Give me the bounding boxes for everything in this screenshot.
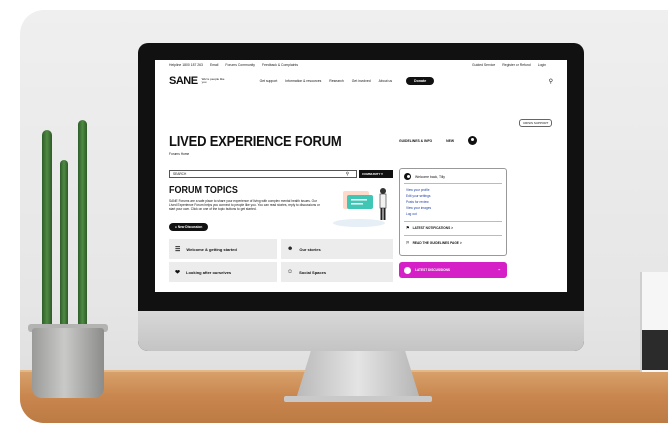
topic-welcome[interactable]: ☰ Welcome & getting started bbox=[169, 239, 277, 259]
nav-item[interactable]: Get involved bbox=[352, 79, 371, 83]
main-nav: SANE We're people like you Get support I… bbox=[155, 70, 567, 92]
new-link[interactable]: NEW bbox=[446, 139, 454, 143]
nav-item[interactable]: Research bbox=[329, 79, 344, 83]
cactus-stem bbox=[42, 130, 52, 330]
guidelines-page-link[interactable]: ⚐ READ THE GUIDELINES PAGE > bbox=[406, 240, 462, 245]
guidelines-label: READ THE GUIDELINES PAGE > bbox=[412, 240, 462, 245]
logo-tagline: We're people like you bbox=[201, 76, 225, 84]
search-icon[interactable]: ⚲ bbox=[346, 171, 349, 177]
website-screen: Helpline 1800 187 263 Email Forums Commu… bbox=[155, 60, 567, 292]
divider bbox=[404, 183, 502, 184]
monitor-chin bbox=[138, 311, 584, 351]
header-links: GUIDELINES & INFO NEW bbox=[399, 136, 478, 145]
avatar[interactable] bbox=[404, 173, 411, 180]
books-dark bbox=[642, 330, 668, 370]
new-discussion-label: New Discussion bbox=[177, 225, 203, 229]
user-panel: Welcome back, Tilly View your profile Ed… bbox=[399, 168, 507, 256]
register-link[interactable]: Register or Refund bbox=[502, 63, 530, 67]
community-dropdown[interactable]: COMMUNITY ▾ bbox=[359, 170, 393, 178]
people-icon: ☺ bbox=[287, 269, 294, 275]
guided-service-link[interactable]: Guided Service bbox=[472, 63, 495, 67]
flag-icon: ⚐ bbox=[406, 240, 410, 245]
chat-icon bbox=[404, 266, 411, 274]
email-link[interactable]: Email bbox=[210, 63, 218, 67]
sane-logo[interactable]: SANE bbox=[169, 75, 198, 87]
notifications-link[interactable]: ⚑ LATEST NOTIFICATIONS > bbox=[406, 225, 453, 230]
utility-bar: Helpline 1800 187 263 Email Forums Commu… bbox=[155, 60, 567, 70]
topic-label: Looking after ourselves bbox=[186, 269, 232, 275]
new-discussion-button[interactable]: ● New Discussion bbox=[169, 223, 209, 231]
topic-social-spaces[interactable]: ☺ Social Spaces bbox=[281, 262, 393, 282]
avatar[interactable] bbox=[468, 136, 478, 145]
topics-title: FORUM TOPICS bbox=[169, 184, 238, 195]
logout-link[interactable]: Log out bbox=[406, 211, 431, 217]
feedback-link[interactable]: Feedback & Complaints bbox=[262, 63, 298, 67]
nav-item[interactable]: About us bbox=[379, 79, 392, 83]
welcome-row: Welcome back, Tilly bbox=[404, 173, 445, 180]
illustration bbox=[333, 188, 387, 227]
plant-pot bbox=[32, 328, 104, 398]
chevron-up-icon: ⌃ bbox=[497, 267, 501, 273]
topic-label: Our stories bbox=[299, 246, 321, 252]
cactus-stem bbox=[60, 160, 68, 330]
topic-looking-after[interactable]: ❤ Looking after ourselves bbox=[169, 262, 277, 282]
latest-label: LATEST DISCUSSIONS bbox=[415, 268, 451, 272]
page-title: LIVED EXPERIENCE FORUM bbox=[169, 132, 342, 150]
crisis-support-button[interactable]: CRISIS SUPPORT bbox=[519, 119, 553, 127]
community-label: COMMUNITY bbox=[362, 172, 381, 176]
notifications-label: LATEST NOTIFICATIONS > bbox=[412, 225, 453, 230]
nav-item[interactable]: Get support bbox=[260, 79, 278, 83]
topics-intro: SANE Forums are a safe place to share yo… bbox=[169, 199, 320, 212]
forums-link[interactable]: Forums Community bbox=[225, 63, 255, 67]
donate-button[interactable]: Donate bbox=[406, 77, 435, 85]
topic-our-stories[interactable]: ☻ Our stories bbox=[281, 239, 393, 259]
bell-icon: ⚑ bbox=[406, 225, 410, 230]
welcome-text: Welcome back, Tilly bbox=[415, 174, 445, 179]
breadcrumb[interactable]: Forums Home bbox=[169, 152, 189, 156]
nav-links: Get support Information & resources Rese… bbox=[260, 79, 400, 83]
divider bbox=[404, 235, 502, 236]
nav-item[interactable]: Information & resources bbox=[285, 79, 321, 83]
person-icon: ☻ bbox=[287, 246, 294, 252]
monitor-stand bbox=[296, 351, 420, 399]
heart-hand-icon: ❤ bbox=[175, 269, 181, 276]
search-input[interactable]: SEARCH ⚲ bbox=[169, 170, 357, 178]
signpost-icon: ☰ bbox=[175, 246, 181, 253]
divider bbox=[404, 221, 502, 222]
topic-label: Welcome & getting started bbox=[186, 246, 237, 252]
topic-label: Social Spaces bbox=[299, 269, 327, 275]
guidelines-link[interactable]: GUIDELINES & INFO bbox=[399, 139, 432, 143]
monitor-stand-base bbox=[284, 396, 432, 402]
cactus-stem bbox=[78, 120, 87, 330]
chat-icon: ● bbox=[175, 225, 177, 229]
helpline-link[interactable]: Helpline 1800 187 263 bbox=[169, 63, 203, 67]
search-placeholder: SEARCH bbox=[173, 172, 187, 176]
monitor: Helpline 1800 187 263 Email Forums Commu… bbox=[138, 43, 584, 351]
latest-discussions-toggle[interactable]: LATEST DISCUSSIONS ⌃ bbox=[399, 262, 507, 278]
user-links: View your profile Edit your settings Pos… bbox=[406, 187, 431, 217]
search-icon[interactable]: ⚲ bbox=[549, 78, 553, 85]
login-link[interactable]: Login bbox=[538, 63, 546, 67]
